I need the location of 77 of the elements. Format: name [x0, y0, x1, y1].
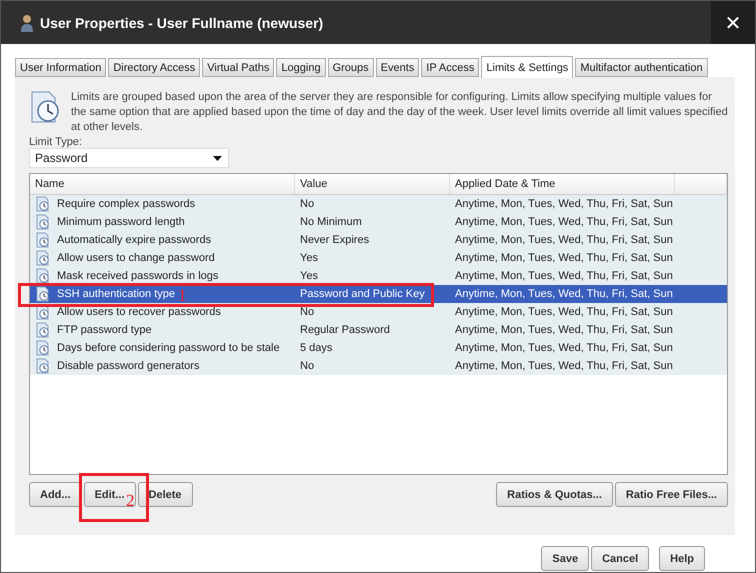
description-text: Limits are grouped based upon the area of the server they are responsible for configuring. Limits allow specifying multiple values for the same option that are applied based upon the time of day and the day of the week. User level limits override all limit values specified at other levels.: [71, 90, 728, 135]
limit-value: 5 days: [300, 342, 332, 354]
dropdown-caret-icon: [213, 156, 222, 160]
applied-time: Anytime, Mon, Tues, Wed, Thu, Fri, Sat, Sun: [455, 288, 673, 300]
limit-icon: [35, 340, 51, 356]
window-title: User Properties - User Fullname (newuser): [40, 14, 324, 30]
annotation-frame: [79, 473, 149, 522]
limit-value: Password and Public Key: [300, 288, 425, 300]
limit-icon: [35, 286, 51, 302]
applied-time: Anytime, Mon, Tues, Wed, Thu, Fri, Sat, Sun: [455, 270, 673, 282]
column-header[interactable]: Value: [295, 174, 450, 194]
list-row[interactable]: Allow users to recover passwords No Anytime, Mon, Tues, Wed, Thu, Fri, Sat, Sun: [30, 303, 727, 321]
ratio-button[interactable]: Ratios & Quotas...: [496, 482, 613, 507]
help-button[interactable]: Help: [659, 546, 705, 571]
limit-icon: [35, 232, 51, 248]
applied-time: Anytime, Mon, Tues, Wed, Thu, Fri, Sat, Sun: [455, 198, 673, 210]
list-row[interactable]: Allow users to change password Yes Anytime, Mon, Tues, Wed, Thu, Fri, Sat, Sun: [30, 249, 727, 267]
applied-time: Anytime, Mon, Tues, Wed, Thu, Fri, Sat, Sun: [455, 306, 673, 318]
list-row[interactable]: Disable password generators No Anytime, Mon, Tues, Wed, Thu, Fri, Sat, Sun: [30, 357, 727, 375]
limit-value: No: [300, 360, 314, 372]
limit-name: SSH authentication type: [57, 288, 176, 300]
tab[interactable]: Events: [376, 58, 420, 77]
limit-name: Require complex passwords: [57, 198, 196, 210]
dialog-button[interactable]: Cancel: [591, 546, 650, 571]
limit-value: No: [300, 198, 314, 210]
dialog-button[interactable]: Save: [541, 546, 590, 571]
limit-value: Never Expires: [300, 234, 370, 246]
applied-time: Anytime, Mon, Tues, Wed, Thu, Fri, Sat, Sun: [455, 342, 673, 354]
limit-name: FTP password type: [57, 324, 152, 336]
limit-icon: [35, 250, 51, 266]
limit-value: Regular Password: [300, 324, 390, 336]
limit-name: Mask received passwords in logs: [57, 270, 218, 282]
limit-name: Minimum password length: [57, 216, 185, 228]
applied-time: Anytime, Mon, Tues, Wed, Thu, Fri, Sat, Sun: [455, 324, 673, 336]
annotation-number: 2: [126, 492, 134, 509]
limit-value: Yes: [300, 270, 318, 282]
list-row[interactable]: Mask received passwords in logs Yes Anytime, Mon, Tues, Wed, Thu, Fri, Sat, Sun: [30, 267, 727, 285]
list-action-button[interactable]: Delete: [138, 482, 193, 507]
limit-value: Yes: [300, 252, 318, 264]
close-button[interactable]: ✕: [711, 1, 755, 44]
applied-time: Anytime, Mon, Tues, Wed, Thu, Fri, Sat, Sun: [455, 234, 673, 246]
list-row[interactable]: FTP password type Regular Password Anytime, Mon, Tues, Wed, Thu, Fri, Sat, Sun: [30, 321, 727, 339]
applied-time: Anytime, Mon, Tues, Wed, Thu, Fri, Sat, Sun: [455, 360, 673, 372]
applied-time: Anytime, Mon, Tues, Wed, Thu, Fri, Sat, Sun: [455, 252, 673, 264]
list-row[interactable]: Require complex passwords No Anytime, Mon, Tues, Wed, Thu, Fri, Sat, Sun: [30, 195, 727, 213]
list-row[interactable]: Automatically expire passwords Never Expires Anytime, Mon, Tues, Wed, Thu, Fri, Sat, Sun: [30, 231, 727, 249]
limit-name: Automatically expire passwords: [57, 234, 212, 246]
limit-icon: [35, 322, 51, 338]
limit-name: Allow users to recover passwords: [57, 306, 221, 318]
limit-icon: [35, 196, 51, 212]
tab[interactable]: Virtual Paths: [202, 58, 274, 77]
tab[interactable]: Multifactor authentication: [575, 58, 708, 77]
list-row[interactable]: Days before considering password to be stale 5 days Anytime, Mon, Tues, Wed, Thu, Fri, Sat, Sun: [30, 339, 727, 357]
list-row[interactable]: Minimum password length No Minimum Anytime, Mon, Tues, Wed, Thu, Fri, Sat, Sun: [30, 213, 727, 231]
tab[interactable]: User Information: [15, 58, 106, 77]
limit-name: Disable password generators: [57, 360, 200, 372]
limit-value: No: [300, 306, 314, 318]
user-icon: [20, 14, 34, 32]
limit-icon: [35, 358, 51, 374]
column-header[interactable]: Applied Date & Time: [450, 174, 675, 194]
applied-time: Anytime, Mon, Tues, Wed, Thu, Fri, Sat, Sun: [455, 216, 673, 228]
tab[interactable]: Groups: [328, 58, 374, 77]
ratio-button[interactable]: Ratio Free Files...: [614, 482, 728, 507]
annotation-number: 1: [178, 287, 186, 304]
tab[interactable]: IP Access: [421, 58, 480, 77]
limit-icon: [35, 214, 51, 230]
limit-type-dropdown[interactable]: Password: [29, 148, 229, 168]
tab[interactable]: Directory Access: [108, 58, 200, 77]
limit-type-label: Limit Type:: [29, 136, 83, 148]
limit-icon: [35, 268, 51, 284]
list-action-button[interactable]: Add...: [29, 482, 82, 507]
limit-name: Allow users to change password: [57, 252, 215, 264]
column-header[interactable]: Name: [30, 174, 295, 194]
limit-name: Days before considering password to be stale: [57, 342, 280, 354]
limit-value: No Minimum: [300, 216, 362, 228]
tab[interactable]: Limits & Settings: [481, 56, 574, 78]
tab[interactable]: Logging: [276, 58, 326, 77]
